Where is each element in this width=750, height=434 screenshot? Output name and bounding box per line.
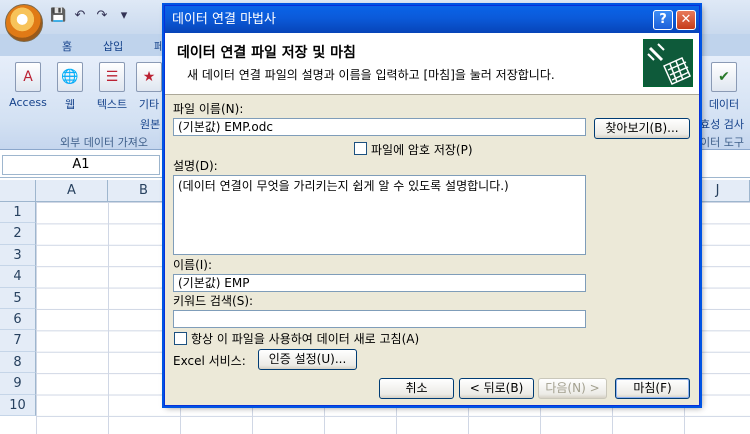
finish-button[interactable]: 마침(F) xyxy=(615,378,690,399)
office-button[interactable] xyxy=(5,4,43,42)
data-validation-button[interactable]: ✔ 데이터 xyxy=(702,62,746,112)
row-header-10[interactable]: 10 xyxy=(0,394,36,416)
tab-insert[interactable]: 삽입 xyxy=(103,38,123,54)
other-sources-label-2: 원본 xyxy=(140,118,161,131)
row-header-9[interactable]: 9 xyxy=(0,373,36,395)
row-header-4[interactable]: 4 xyxy=(0,266,36,288)
row-header-8[interactable]: 8 xyxy=(0,351,36,374)
group-label-get-external-data: 외부 데이터 가져오 xyxy=(60,136,148,149)
text-label: 텍스트 xyxy=(96,98,128,111)
excel-services-label: Excel 서비스: xyxy=(173,354,246,368)
data-validation-label-2: 효성 검사 xyxy=(700,118,744,131)
column-header-a[interactable]: A xyxy=(36,180,108,202)
save-icon[interactable]: 💾 xyxy=(50,8,66,24)
close-icon: ✕ xyxy=(680,12,692,27)
save-password-checkbox[interactable] xyxy=(354,142,367,155)
web-icon: 🌐 xyxy=(57,62,83,92)
text-button[interactable]: ☰ 텍스트 xyxy=(90,62,134,112)
text-file-icon: ☰ xyxy=(99,62,125,92)
always-refresh-label: 항상 이 파일을 사용하여 데이터 새로 고침(A) xyxy=(191,332,420,346)
select-all-corner[interactable] xyxy=(0,180,36,202)
row-header-1[interactable]: 1 xyxy=(0,202,36,224)
dialog-title: 데이터 연결 마법사 xyxy=(172,12,276,27)
redo-icon[interactable]: ↷ xyxy=(94,8,110,24)
file-name-input[interactable]: (기본값) EMP.odc xyxy=(173,118,586,136)
help-button[interactable]: ? xyxy=(653,10,673,30)
access-icon: A xyxy=(15,62,41,92)
other-sources-button[interactable]: ★ 기타 xyxy=(134,62,164,112)
file-name-label: 파일 이름(N): xyxy=(173,102,244,116)
name-box[interactable]: A1 xyxy=(2,155,160,175)
customize-icon[interactable]: ▾ xyxy=(116,8,132,24)
header-subtitle: 새 데이터 연결 파일의 설명과 이름을 입력하고 [마침]을 눌러 저장합니다… xyxy=(187,68,555,82)
data-validation-icon: ✔ xyxy=(711,62,737,92)
name-input[interactable]: (기본값) EMP xyxy=(173,274,586,292)
name-label: 이름(I): xyxy=(173,258,213,272)
data-connection-wizard-dialog: 데이터 연결 마법사 ? ✕ 데이터 연결 파일 저장 및 마침 새 데이터 연… xyxy=(164,5,700,406)
authentication-settings-button[interactable]: 인증 설정(U)... xyxy=(258,349,357,370)
tab-page-layout[interactable]: 페 xyxy=(154,38,164,54)
access-button[interactable]: A Access xyxy=(6,62,50,109)
row-header-2[interactable]: 2 xyxy=(0,223,36,245)
save-password-label: 파일에 암호 저장(P) xyxy=(371,143,473,157)
web-button[interactable]: 🌐 웹 xyxy=(48,62,92,112)
row-header-3[interactable]: 3 xyxy=(0,244,36,267)
tab-home[interactable]: 홈 xyxy=(62,38,72,54)
group-label-data-tools: 이터 도구 xyxy=(700,136,744,149)
other-sources-icon: ★ xyxy=(136,62,162,92)
header-title: 데이터 연결 파일 저장 및 마침 xyxy=(177,45,356,61)
other-sources-label: 기타 xyxy=(138,98,160,111)
quick-access-toolbar: 💾 ↶ ↷ ▾ xyxy=(50,8,132,24)
always-refresh-checkbox[interactable] xyxy=(174,332,187,345)
row-header-5[interactable]: 5 xyxy=(0,287,36,309)
dialog-titlebar[interactable]: 데이터 연결 마법사 xyxy=(165,6,699,33)
description-textarea[interactable]: (데이터 연결이 무엇을 가리키는지 쉽게 알 수 있도록 설명합니다.) xyxy=(173,175,586,255)
data-validation-label: 데이터 xyxy=(708,98,740,111)
data-connection-icon xyxy=(643,39,693,87)
next-button: 다음(N) > xyxy=(538,378,607,399)
dialog-header: 데이터 연결 파일 저장 및 마침 새 데이터 연결 파일의 설명과 이름을 입… xyxy=(165,33,699,95)
help-icon: ? xyxy=(659,12,667,27)
keyword-search-input[interactable] xyxy=(173,310,586,328)
row-header-7[interactable]: 7 xyxy=(0,330,36,352)
keyword-search-label: 키워드 검색(S): xyxy=(173,294,254,308)
cancel-button[interactable]: 취소 xyxy=(379,378,454,399)
description-label: 설명(D): xyxy=(173,159,218,173)
undo-icon[interactable]: ↶ xyxy=(72,8,88,24)
web-label: 웹 xyxy=(64,98,76,111)
row-header-6[interactable]: 6 xyxy=(0,309,36,331)
close-button[interactable]: ✕ xyxy=(676,10,696,30)
browse-button[interactable]: 찾아보기(B)... xyxy=(594,118,690,139)
back-button[interactable]: < 뒤로(B) xyxy=(459,378,534,399)
access-label: Access xyxy=(9,96,47,109)
